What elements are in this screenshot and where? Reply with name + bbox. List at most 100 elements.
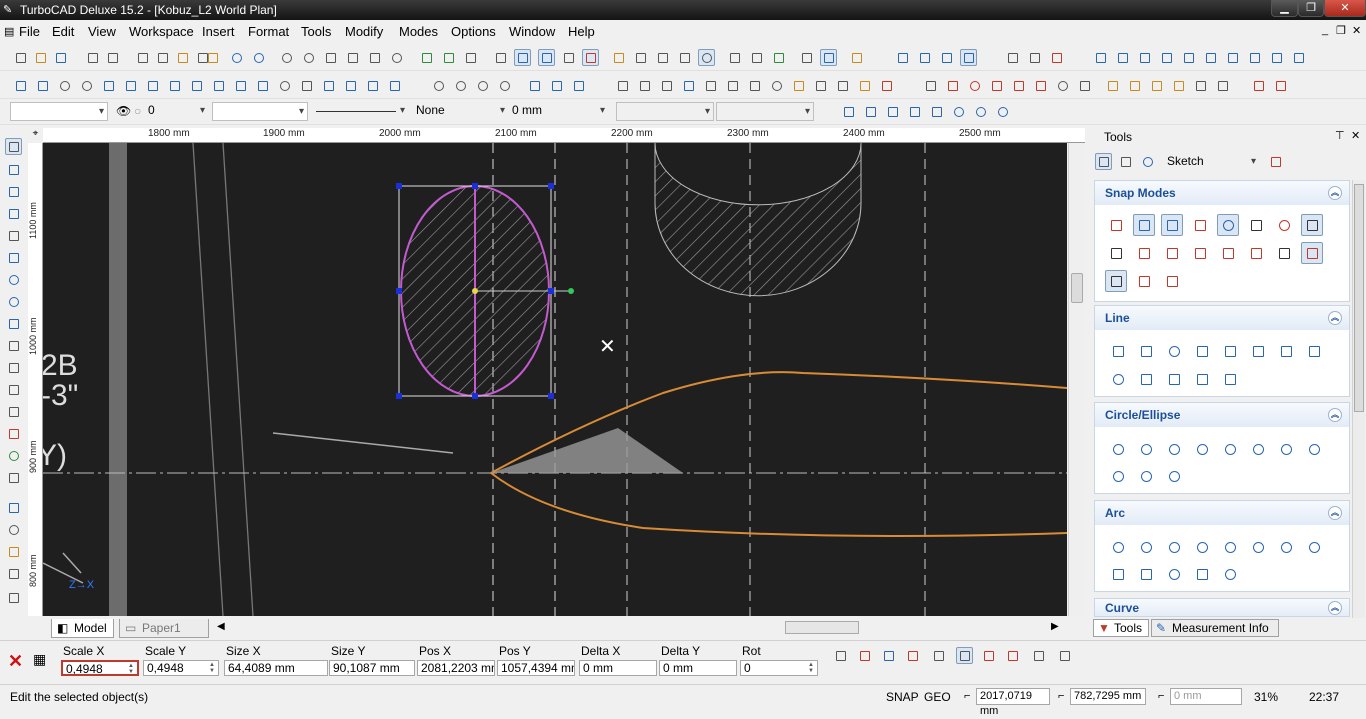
scale-select[interactable]: [716, 102, 814, 121]
attributes-icon[interactable]: [748, 49, 765, 66]
workplane-icon[interactable]: [820, 49, 837, 66]
shaded-icon[interactable]: [916, 49, 933, 66]
y-coordinate-field[interactable]: 782,7295 mm: [1070, 688, 1146, 705]
snap-center-icon[interactable]: [1273, 242, 1295, 264]
cube-view-6-icon[interactable]: [1202, 49, 1219, 66]
stair-icon[interactable]: [342, 77, 359, 94]
wedge-icon[interactable]: [122, 77, 139, 94]
reference-point[interactable]: [472, 288, 478, 294]
cube-view-3-icon[interactable]: [1136, 49, 1153, 66]
zoom-extents-icon[interactable]: [344, 49, 361, 66]
redo-icon[interactable]: [250, 49, 267, 66]
drawing-canvas[interactable]: 2B -3" Y) ✕ Z→X: [43, 143, 1067, 616]
revolve-icon[interactable]: [188, 77, 205, 94]
scroll-thumb[interactable]: [1071, 273, 1083, 303]
explode-icon[interactable]: [702, 77, 719, 94]
local-menu-10-icon[interactable]: [1056, 647, 1073, 664]
spin-icon[interactable]: ▲ ▼: [128, 663, 136, 674]
menu-tools[interactable]: Tools: [301, 25, 331, 39]
selection-handle[interactable]: [548, 288, 554, 294]
mdi-minimize-icon[interactable]: _: [1322, 24, 1328, 36]
wireframe-icon[interactable]: [938, 49, 955, 66]
box-icon[interactable]: [12, 77, 29, 94]
rot-field[interactable]: 0 ▲ ▼: [740, 660, 818, 676]
panel-node-icon[interactable]: [1117, 153, 1134, 170]
panel-select-icon[interactable]: [1095, 153, 1112, 170]
view-3d-icon[interactable]: [632, 49, 649, 66]
arc-freehand-icon[interactable]: [1191, 563, 1213, 585]
network-icon[interactable]: [320, 77, 337, 94]
snap-drawing-aid-icon[interactable]: [1133, 242, 1155, 264]
collapse-icon[interactable]: ︽: [1328, 506, 1342, 520]
line-tangent-from-icon[interactable]: [1163, 368, 1185, 390]
cube-view-9-icon[interactable]: [1268, 49, 1285, 66]
menu-view[interactable]: View: [88, 25, 116, 39]
local-menu-3-icon[interactable]: [880, 647, 897, 664]
cube-view-7-icon[interactable]: [1224, 49, 1241, 66]
fill-icon[interactable]: [5, 425, 22, 442]
prism-icon[interactable]: [144, 77, 161, 94]
copy-icon[interactable]: [154, 49, 171, 66]
snap-object-icon[interactable]: [1245, 214, 1267, 236]
new-file-icon[interactable]: [12, 49, 29, 66]
arc-concentric-icon[interactable]: [1135, 536, 1157, 558]
palette-select[interactable]: Sketch: [1163, 153, 1259, 172]
snap-free-icon[interactable]: [582, 49, 599, 66]
geo-indicator[interactable]: GEO: [924, 690, 951, 704]
rectangle-icon[interactable]: [5, 227, 22, 244]
snap-tangent-icon[interactable]: [1161, 242, 1183, 264]
menu-modify[interactable]: Modify: [345, 25, 383, 39]
line-parallel-icon[interactable]: [1303, 340, 1325, 362]
dimension-tool-icon[interactable]: [5, 499, 22, 516]
local-menu-6-icon[interactable]: [956, 647, 973, 664]
snap-toolbar-6-icon[interactable]: [950, 103, 967, 120]
menu-window[interactable]: Window: [509, 25, 555, 39]
tools-tab[interactable]: ▼ Tools: [1093, 619, 1149, 637]
line-rectangle-icon[interactable]: [1219, 340, 1241, 362]
scale-y-field[interactable]: 0,4948 ▲ ▼: [143, 660, 219, 676]
selection-handle[interactable]: [472, 183, 478, 189]
modify-tool-icon[interactable]: [5, 543, 22, 560]
circle-multi-icon[interactable]: [1303, 438, 1325, 460]
doc-icon[interactable]: ▤: [4, 25, 14, 38]
cube-view-4-icon[interactable]: [1158, 49, 1175, 66]
line-icon[interactable]: [5, 183, 22, 200]
line-irregular-icon[interactable]: [1191, 340, 1213, 362]
join-icon[interactable]: [966, 77, 983, 94]
boolean-sub-icon[interactable]: [452, 77, 469, 94]
circle-tangent-icon[interactable]: [1219, 438, 1241, 460]
horizontal-scroll-thumb[interactable]: [785, 621, 859, 634]
circle-2-point-icon[interactable]: [1163, 438, 1185, 460]
measurement-info-tab[interactable]: ✎ Measurement Info: [1151, 619, 1279, 637]
properties-icon[interactable]: [726, 49, 743, 66]
blocks-icon[interactable]: [5, 565, 22, 582]
trim-icon[interactable]: [922, 77, 939, 94]
selection-handle[interactable]: [396, 393, 402, 399]
sphere-icon[interactable]: [56, 77, 73, 94]
library-icon[interactable]: [848, 49, 865, 66]
snap-vertex-icon[interactable]: [1105, 214, 1127, 236]
arc-three-point-icon[interactable]: [1191, 536, 1213, 558]
line-polygon-icon[interactable]: [1163, 340, 1185, 362]
ruler-origin-icon[interactable]: ⌖: [28, 128, 43, 143]
eye-icon[interactable]: 👁: [116, 104, 131, 118]
align-icon[interactable]: [680, 77, 697, 94]
snap-perp-arc-icon[interactable]: [1245, 242, 1267, 264]
snap-toolbar-1-icon[interactable]: [840, 103, 857, 120]
frame-icon[interactable]: [5, 589, 22, 606]
boolean-add-icon[interactable]: [430, 77, 447, 94]
layer-select[interactable]: 0: [144, 102, 208, 121]
open-file-icon[interactable]: [32, 49, 49, 66]
size-y-field[interactable]: 90,1087 mm: [329, 660, 415, 676]
text-icon[interactable]: [5, 403, 22, 420]
menu-help[interactable]: Help: [568, 25, 595, 39]
dimension-icon[interactable]: [1192, 77, 1209, 94]
view-top-icon[interactable]: [1026, 49, 1043, 66]
mdi-close-icon[interactable]: ✕: [1352, 24, 1361, 37]
snap-nearest-icon[interactable]: [1161, 214, 1183, 236]
sweep-icon[interactable]: [210, 77, 227, 94]
solid-tool-icon[interactable]: [5, 521, 22, 538]
zoom-previous-icon[interactable]: [388, 49, 405, 66]
copy-array-icon[interactable]: [724, 77, 741, 94]
palette-config-icon[interactable]: [1267, 153, 1284, 170]
